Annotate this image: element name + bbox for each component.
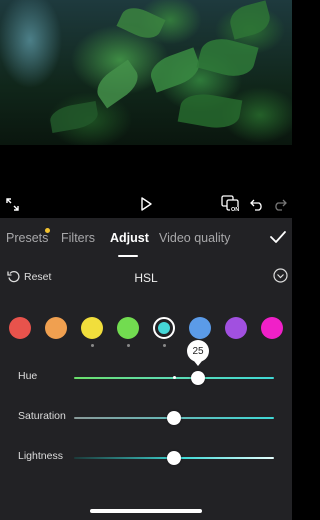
- color-swatch-0[interactable]: [9, 317, 31, 339]
- hue-value-bubble: 25: [187, 340, 209, 366]
- tab-adjust[interactable]: Adjust: [110, 231, 149, 245]
- edited-indicator-dot: [127, 344, 130, 347]
- color-swatch-7[interactable]: [261, 317, 283, 339]
- saturation-label: Saturation: [18, 410, 66, 422]
- color-swatch-6[interactable]: [225, 317, 247, 339]
- tab-video-quality[interactable]: Video quality: [159, 231, 230, 245]
- new-indicator-dot: [45, 228, 50, 233]
- edited-indicator-dot: [91, 344, 94, 347]
- hsl-title: HSL: [134, 271, 158, 285]
- edited-indicator-dot: [163, 344, 166, 347]
- color-swatch-1[interactable]: [45, 317, 67, 339]
- default-position-marker: [172, 376, 176, 379]
- tab-bar: Presets Filters Adjust Video quality: [0, 218, 292, 258]
- check-icon[interactable]: [269, 230, 287, 246]
- adjust-panel: Presets Filters Adjust Video quality Res…: [0, 218, 292, 520]
- color-swatch-4[interactable]: [153, 317, 175, 339]
- hue-label: Hue: [18, 370, 38, 382]
- redo-icon[interactable]: [272, 196, 288, 212]
- color-swatch-3[interactable]: [117, 317, 139, 339]
- saturation-slider-knob[interactable]: [167, 411, 181, 425]
- color-swatch-2[interactable]: [81, 317, 103, 339]
- lightness-slider-knob[interactable]: [167, 451, 181, 465]
- compare-badge: ON: [230, 207, 241, 213]
- chevron-down-circle-icon[interactable]: [273, 268, 288, 288]
- tab-filters[interactable]: Filters: [61, 231, 95, 245]
- lightness-label: Lightness: [18, 450, 63, 462]
- play-icon[interactable]: [138, 196, 154, 212]
- active-tab-underline: [118, 255, 138, 257]
- hsl-header: Reset HSL: [0, 266, 292, 290]
- video-preview: [0, 0, 292, 145]
- hue-slider-knob[interactable]: [191, 371, 205, 385]
- playback-toolbar: ON: [0, 192, 292, 218]
- color-swatch-5[interactable]: [189, 317, 211, 339]
- tab-presets[interactable]: Presets: [6, 231, 48, 245]
- video-letterbox: [0, 145, 292, 195]
- undo-icon[interactable]: [249, 196, 265, 212]
- fullscreen-icon[interactable]: [4, 196, 20, 212]
- home-indicator: [90, 509, 202, 513]
- compare-icon[interactable]: ON: [220, 194, 244, 216]
